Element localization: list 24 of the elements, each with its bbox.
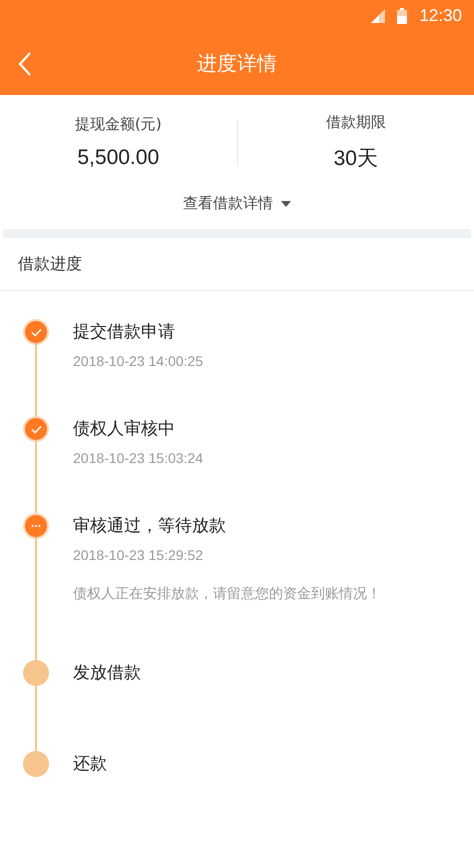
step-title: 发放借款	[73, 662, 141, 684]
step-time: 2018-10-23 14:00:25	[73, 353, 203, 369]
battery-icon	[397, 8, 408, 24]
step-title: 还款	[73, 753, 107, 775]
summary-value: 5,500.00	[77, 146, 160, 170]
step-time: 2018-10-23 15:29:52	[73, 547, 204, 563]
loan-details-toggle[interactable]: 查看借款详情	[183, 194, 291, 213]
summary-label: 借款期限	[326, 113, 386, 132]
step-title: 提交借款申请	[73, 321, 176, 343]
caret-icon	[281, 200, 291, 206]
step-note: 债权人正在安排放款，请留意您的资金到账情况！	[73, 585, 381, 603]
status-time: 12:30	[419, 6, 462, 26]
step-title: 债权人审核中	[73, 418, 176, 440]
signal-icon	[371, 9, 386, 23]
check-icon	[30, 328, 42, 336]
back-icon	[18, 50, 32, 76]
step-title: 审核通过，等待放款	[73, 515, 227, 537]
step-time: 2018-10-23 15:03:24	[73, 450, 203, 466]
summary-value: 30天	[334, 146, 378, 172]
check-icon	[30, 424, 42, 434]
section-title: 借款进度	[0, 238, 474, 291]
summary-label: 提现金额(元)	[74, 115, 162, 134]
more-icon	[31, 524, 41, 528]
page-title: 进度详情	[197, 50, 277, 77]
